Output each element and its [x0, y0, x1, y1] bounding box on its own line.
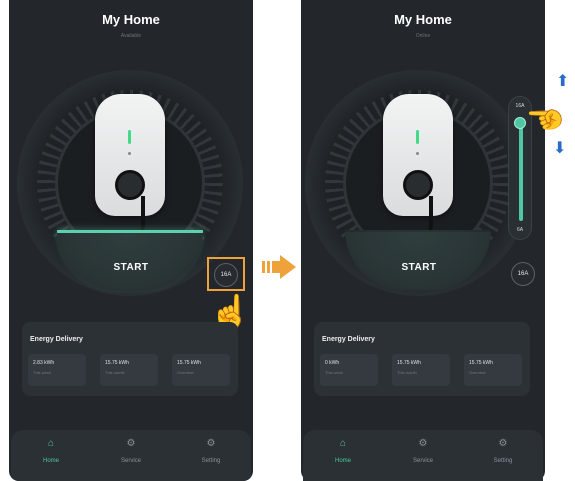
- charger-logo-icon: [128, 152, 131, 155]
- charger-led-icon: [416, 130, 419, 144]
- current-slider[interactable]: 16A 6A: [508, 96, 532, 240]
- nav-label: Home: [42, 458, 59, 464]
- stat-this-week: 2.83 kWh This week: [28, 354, 86, 386]
- stat-overview: 15.75 kWh Overview: [172, 354, 230, 386]
- stat-label: This month: [105, 370, 125, 375]
- nav-item-setting[interactable]: ⚙ Setting: [181, 438, 241, 464]
- stat-value: 15.75 kWh: [177, 360, 201, 366]
- current-setting-button[interactable]: 16A: [511, 262, 535, 286]
- page-title: My Home: [394, 12, 452, 27]
- tap-highlight-box: [207, 257, 245, 291]
- service-icon: ⚙: [126, 438, 136, 449]
- slider-min-label: 6A: [516, 227, 524, 233]
- charger-led-icon: [128, 130, 131, 144]
- left-screen: My Home Available START 16A ☝ Energy Del…: [9, 0, 253, 481]
- status-text: Online: [415, 33, 431, 39]
- drag-hand-icon: ☝: [529, 100, 563, 138]
- stat-value: 15.75 kWh: [105, 360, 129, 366]
- energy-title: Energy Delivery: [30, 336, 83, 343]
- transition-arrow-icon: [262, 255, 296, 279]
- stat-label: This week: [33, 370, 52, 375]
- nav-item-home[interactable]: ⌂ Home: [21, 438, 81, 464]
- arrow-up-icon: ⬆: [556, 73, 570, 90]
- charger-logo-icon: [416, 152, 419, 155]
- energy-delivery-card: Energy Delivery 2.83 kWh This week 15.75…: [22, 322, 238, 396]
- right-screen: My Home Online START 16A 16A 6A: [301, 0, 545, 481]
- slider-max-label: 16A: [515, 103, 525, 109]
- bottom-nav: ⌂ Home ⚙ Service ⚙ Setting: [11, 430, 251, 481]
- nav-label: Setting: [201, 458, 221, 464]
- nav-label: Service: [120, 458, 141, 464]
- setting-icon: ⚙: [206, 438, 216, 449]
- start-label: START: [401, 262, 437, 273]
- slider-handle[interactable]: [514, 117, 526, 130]
- arrow-down-icon: ⬇: [553, 140, 567, 157]
- status-text: Available: [120, 33, 142, 39]
- slider-fill: [519, 123, 523, 221]
- stat-this-month: 15.75 kWh This month: [100, 354, 158, 386]
- home-icon: ⌂: [47, 438, 55, 449]
- stat-label: Overview: [177, 370, 194, 375]
- page-title: My Home: [102, 12, 160, 27]
- nav-item-service[interactable]: ⚙ Service: [101, 438, 161, 464]
- stat-value: 2.83 kWh: [33, 360, 55, 366]
